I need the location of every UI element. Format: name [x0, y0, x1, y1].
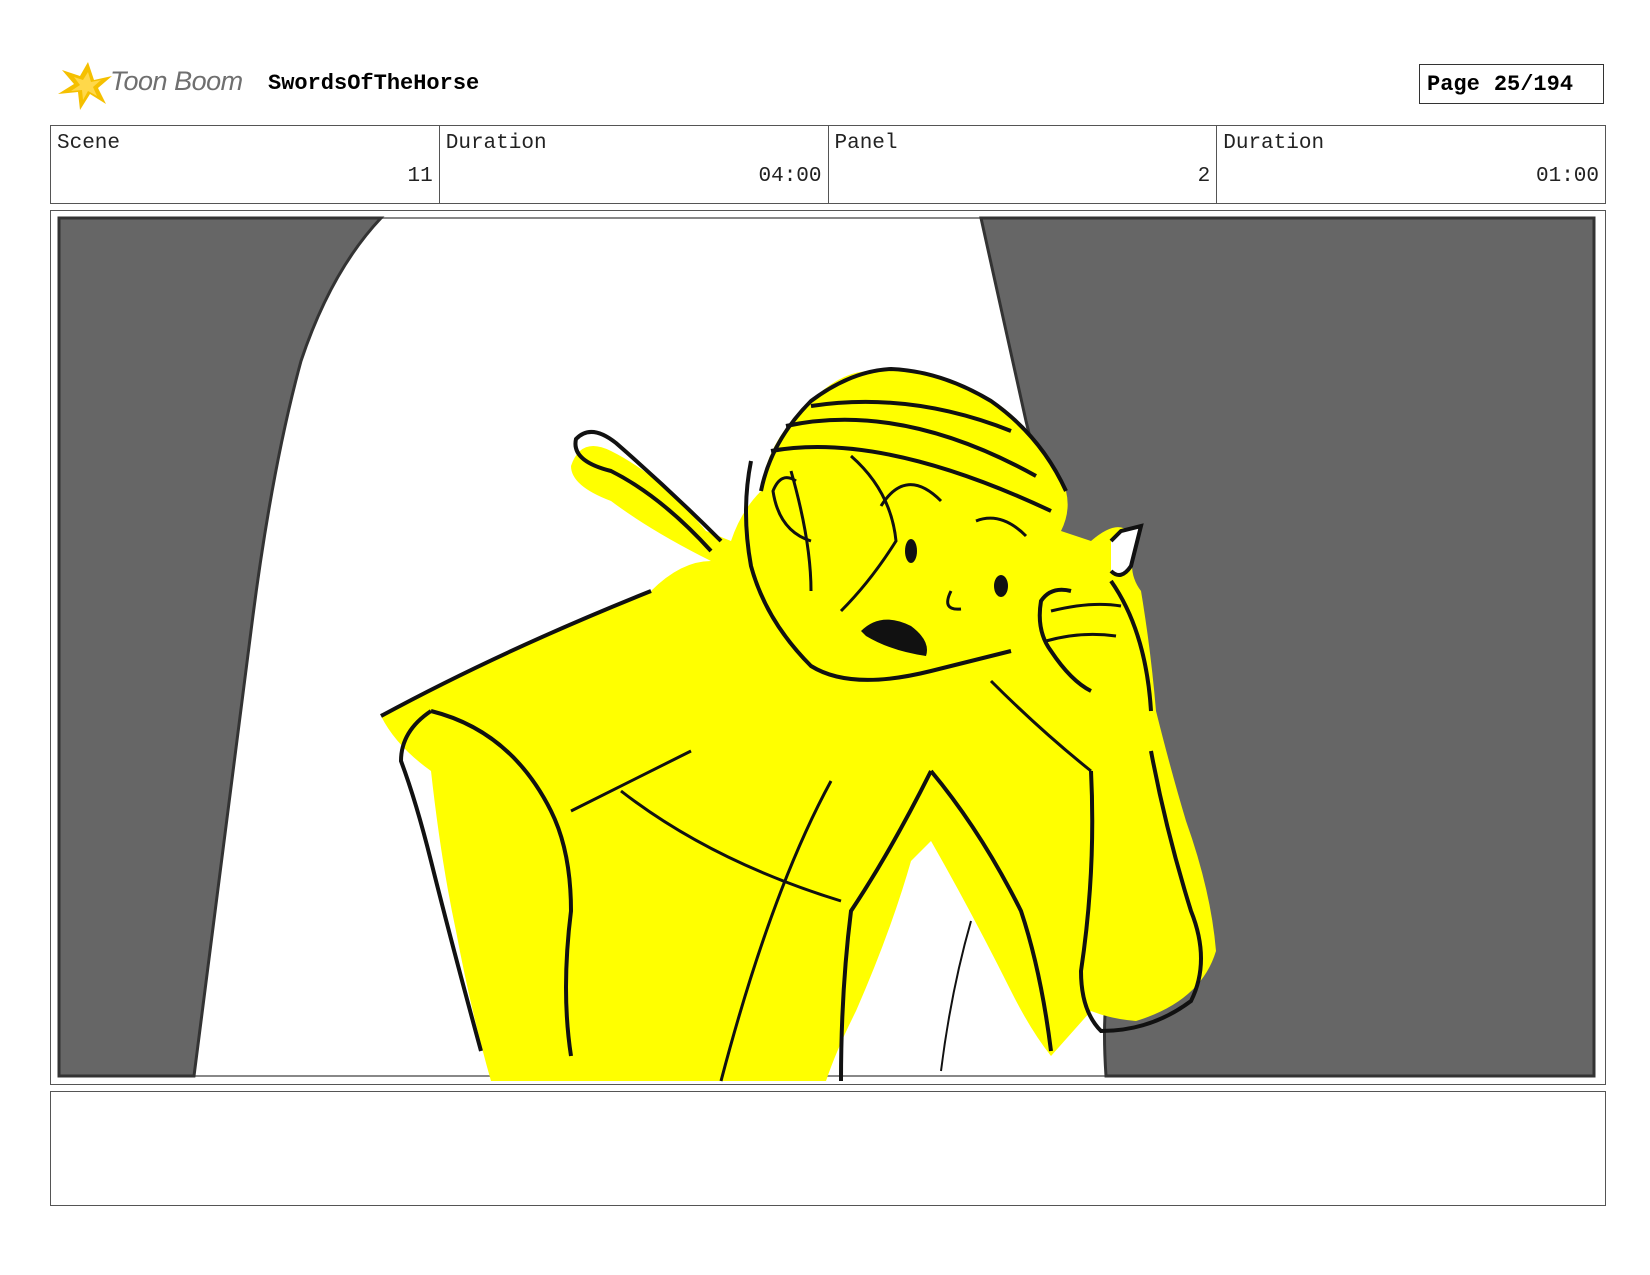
starburst-icon [58, 62, 112, 110]
panel-label: Panel [834, 132, 898, 155]
panel-cell: Panel 2 [829, 126, 1218, 203]
page-number: 25/194 [1493, 71, 1574, 97]
page-label: Page [1427, 71, 1480, 97]
scene-info-bar: Scene 11 Duration 04:00 Panel 2 Duration… [50, 125, 1606, 204]
scene-cell: Scene 11 [51, 126, 440, 203]
panel-duration-label: Duration [1223, 132, 1325, 155]
scene-duration-value: 04:00 [758, 165, 822, 188]
scene-label: Scene [57, 132, 121, 155]
panel-drawing [57, 216, 1596, 1082]
brand-name: Toon Boom [110, 66, 243, 96]
project-title: SwordsOfTheHorse [268, 71, 480, 96]
scene-duration-cell: Duration 04:00 [440, 126, 829, 203]
panel-notes [50, 1091, 1606, 1206]
panel-duration-cell: Duration 01:00 [1217, 126, 1605, 203]
storyboard-panel [50, 210, 1606, 1085]
scene-value: 11 [407, 165, 433, 188]
scene-duration-label: Duration [445, 132, 547, 155]
panel-value: 2 [1197, 165, 1211, 188]
page-indicator: Page 25/194 [1419, 64, 1604, 104]
panel-duration-value: 01:00 [1535, 165, 1599, 188]
